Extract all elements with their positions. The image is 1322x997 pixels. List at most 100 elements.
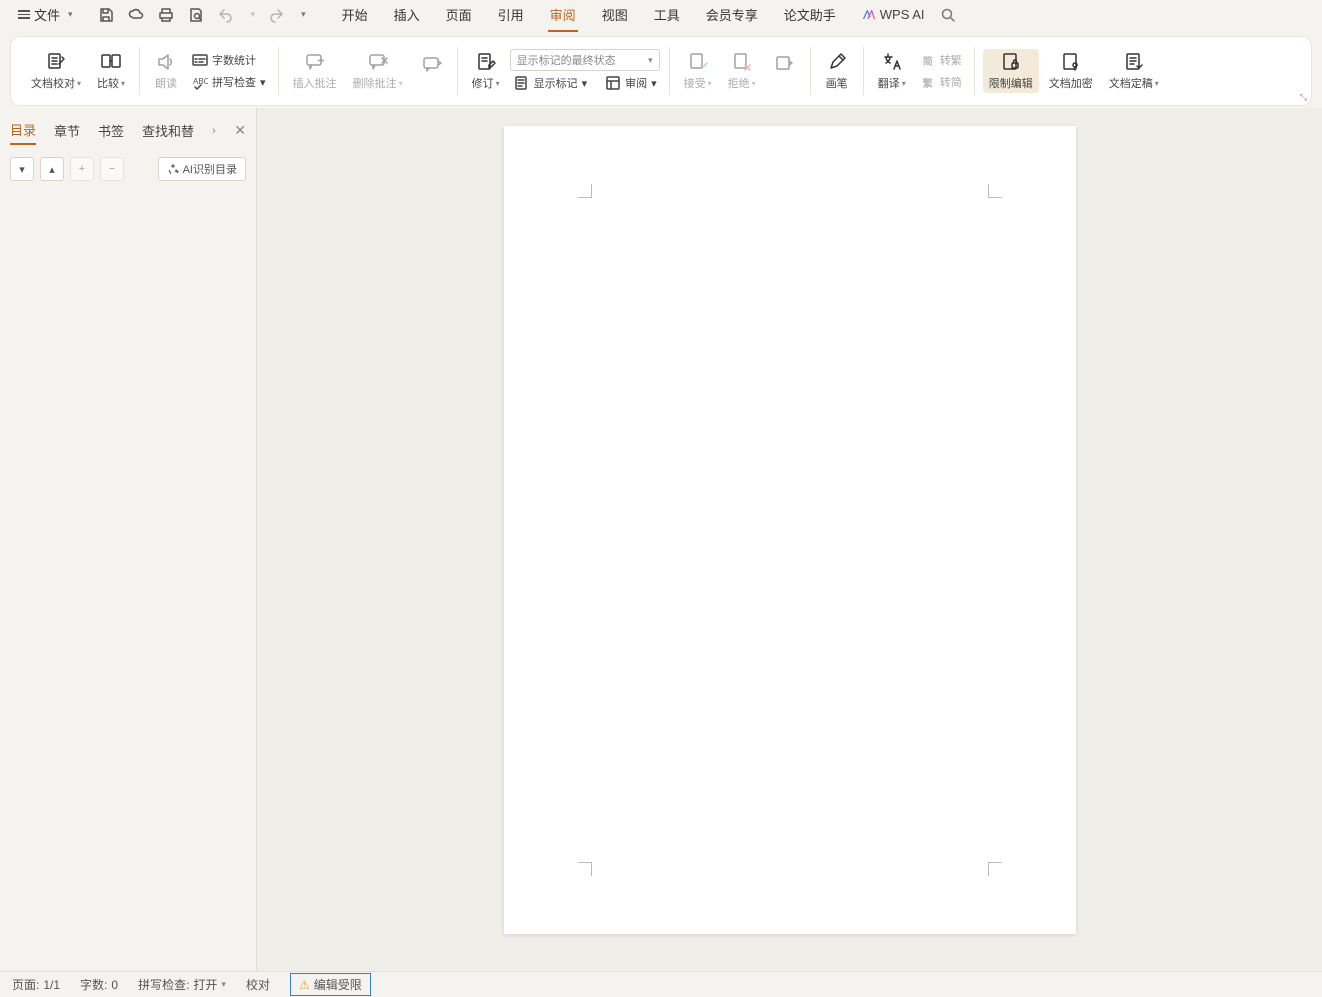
show-markup-button[interactable]: 显示标记▾ bbox=[510, 73, 592, 93]
status-restricted[interactable]: ⚠ 编辑受限 bbox=[290, 973, 371, 996]
expand-down-button[interactable]: ▾ bbox=[10, 157, 34, 181]
accept-icon bbox=[687, 51, 709, 73]
nav-tab-chapters[interactable]: 章节 bbox=[54, 117, 80, 144]
accept-button[interactable]: 接受▾ bbox=[678, 49, 718, 93]
status-bar: 页面: 1/1 字数: 0 拼写检查: 打开 ▾ 校对 ⚠ 编辑受限 bbox=[0, 971, 1322, 997]
tab-page[interactable]: 页面 bbox=[444, 0, 474, 30]
tab-insert[interactable]: 插入 bbox=[392, 0, 422, 30]
spell-check-button[interactable]: ABC 拼写检查▾ bbox=[188, 72, 270, 92]
menu-bar: 文件 ▾ ▾ ▾ 开始 插入 页面 引用 审阅 视图 工具 会员专享 论文助手 … bbox=[0, 0, 1322, 30]
restrict-edit-button[interactable]: 限制编辑 bbox=[983, 49, 1039, 93]
ai-recognize-toc-label: AI识别目录 bbox=[183, 161, 237, 177]
translate-button[interactable]: 翻译▾ bbox=[872, 49, 912, 93]
collapse-up-button[interactable]: ▴ bbox=[40, 157, 64, 181]
doc-compare-button[interactable]: 文档校对▾ bbox=[25, 49, 87, 93]
compare-button[interactable]: 比较▾ bbox=[91, 49, 131, 93]
word-count-label: 字数统计 bbox=[212, 52, 256, 68]
status-spell-value: 打开 bbox=[193, 976, 217, 993]
promote-button[interactable]: + bbox=[70, 157, 94, 181]
nav-tab-bookmarks[interactable]: 书签 bbox=[98, 117, 124, 144]
comment-nav-button[interactable] bbox=[413, 51, 449, 91]
group-translate: 翻译▾ 简 转繁 繁 转简 ⤡ bbox=[866, 39, 972, 103]
undo-icon[interactable] bbox=[217, 6, 235, 24]
tab-paper-assistant[interactable]: 论文助手 bbox=[782, 0, 838, 30]
document-canvas[interactable] bbox=[257, 108, 1322, 971]
finalize-icon bbox=[1123, 51, 1145, 73]
markup-state-select[interactable]: 显示标记的最终状态 ▾ bbox=[510, 49, 660, 71]
margin-corner-icon bbox=[988, 184, 1002, 198]
delete-comment-button[interactable]: 删除批注▾ bbox=[347, 49, 409, 93]
tab-review[interactable]: 审阅 bbox=[548, 0, 578, 30]
margin-corner-icon bbox=[988, 862, 1002, 876]
group-protect: 限制编辑 文档加密 文档定稿▾ bbox=[977, 39, 1171, 103]
status-proof[interactable]: 校对 bbox=[246, 976, 270, 993]
pen-button[interactable]: 画笔 bbox=[819, 49, 855, 93]
demote-button[interactable]: − bbox=[100, 157, 124, 181]
nav-tab-find[interactable]: 查找和替 bbox=[142, 117, 194, 144]
doc-compare-icon bbox=[45, 51, 67, 73]
redo-icon[interactable] bbox=[267, 6, 285, 24]
nav-panel-close-icon[interactable]: ✕ bbox=[234, 122, 246, 139]
wps-ai-button[interactable]: WPS AI bbox=[862, 7, 925, 22]
spell-check-icon: ABC bbox=[192, 74, 208, 90]
finalize-button[interactable]: 文档定稿▾ bbox=[1103, 49, 1165, 93]
file-menu[interactable]: 文件 ▾ bbox=[10, 1, 81, 28]
to-traditional-button[interactable]: 简 转繁 bbox=[916, 50, 966, 70]
to-traditional-label: 转繁 bbox=[940, 52, 962, 68]
document-page[interactable] bbox=[504, 126, 1076, 934]
insert-comment-button[interactable]: 插入批注 bbox=[287, 49, 343, 93]
save-icon[interactable] bbox=[97, 6, 115, 24]
status-page-value: 1/1 bbox=[43, 978, 60, 992]
cloud-sync-icon[interactable] bbox=[127, 6, 145, 24]
convert-stack: 简 转繁 繁 转简 bbox=[916, 50, 966, 92]
insert-comment-icon bbox=[304, 51, 326, 73]
wps-ai-label: WPS AI bbox=[880, 7, 925, 22]
tab-start[interactable]: 开始 bbox=[340, 0, 370, 30]
warning-icon: ⚠ bbox=[299, 978, 310, 992]
print-preview-icon[interactable] bbox=[187, 6, 205, 24]
show-markup-icon bbox=[514, 75, 530, 91]
group-launcher-icon[interactable]: ⤡ bbox=[1300, 92, 1307, 103]
comment-nav-icon bbox=[420, 53, 442, 75]
qat-customize-chevron-icon[interactable]: ▾ bbox=[301, 9, 306, 20]
revise-button[interactable]: 修订▾ bbox=[466, 49, 506, 93]
reject-label: 拒绝 bbox=[728, 75, 750, 91]
status-spell[interactable]: 拼写检查: 打开 ▾ bbox=[138, 976, 226, 993]
encrypt-label: 文档加密 bbox=[1049, 75, 1093, 91]
to-simplified-button[interactable]: 繁 转简 bbox=[916, 72, 966, 92]
tab-member[interactable]: 会员专享 bbox=[704, 0, 760, 30]
read-aloud-button[interactable]: 朗读 bbox=[148, 49, 184, 93]
reject-icon bbox=[731, 51, 753, 73]
status-page[interactable]: 页面: 1/1 bbox=[12, 976, 60, 993]
status-words[interactable]: 字数: 0 bbox=[80, 976, 118, 993]
chevron-down-icon: ▾ bbox=[68, 9, 73, 20]
print-icon[interactable] bbox=[157, 6, 175, 24]
undo-chevron-icon[interactable]: ▾ bbox=[251, 9, 256, 20]
group-ink: 画笔 bbox=[813, 39, 861, 103]
ai-sparkle-icon bbox=[167, 163, 179, 175]
word-count-icon bbox=[192, 52, 208, 68]
ai-recognize-toc-button[interactable]: AI识别目录 bbox=[158, 157, 246, 181]
markup-state-value: 显示标记的最终状态 bbox=[517, 52, 616, 68]
ribbon-tabs: 开始 插入 页面 引用 审阅 视图 工具 会员专享 论文助手 bbox=[340, 0, 838, 30]
file-menu-label: 文件 bbox=[34, 5, 60, 24]
encrypt-button[interactable]: 文档加密 bbox=[1043, 49, 1099, 93]
tab-reference[interactable]: 引用 bbox=[496, 0, 526, 30]
word-spell-stack: 字数统计 ABC 拼写检查▾ bbox=[188, 50, 270, 92]
translate-label: 翻译 bbox=[878, 75, 900, 91]
review-pane-button[interactable]: 审阅▾ bbox=[601, 73, 661, 93]
reject-button[interactable]: 拒绝▾ bbox=[722, 49, 762, 93]
tab-tools[interactable]: 工具 bbox=[652, 0, 682, 30]
group-changes: 接受▾ 拒绝▾ bbox=[672, 39, 808, 103]
change-nav-button[interactable] bbox=[766, 51, 802, 91]
compare-label: 比较 bbox=[97, 75, 119, 91]
status-restricted-label: 编辑受限 bbox=[314, 976, 362, 993]
search-icon[interactable] bbox=[939, 6, 957, 24]
nav-tab-scroll-right-icon[interactable]: › bbox=[212, 125, 216, 137]
nav-tab-toc[interactable]: 目录 bbox=[10, 116, 36, 145]
word-count-button[interactable]: 字数统计 bbox=[188, 50, 270, 70]
tab-view[interactable]: 视图 bbox=[600, 0, 630, 30]
group-tracking: 修订▾ 显示标记的最终状态 ▾ 显示标记▾ 审阅▾ bbox=[460, 39, 667, 103]
accept-label: 接受 bbox=[684, 75, 706, 91]
delete-comment-icon bbox=[367, 51, 389, 73]
